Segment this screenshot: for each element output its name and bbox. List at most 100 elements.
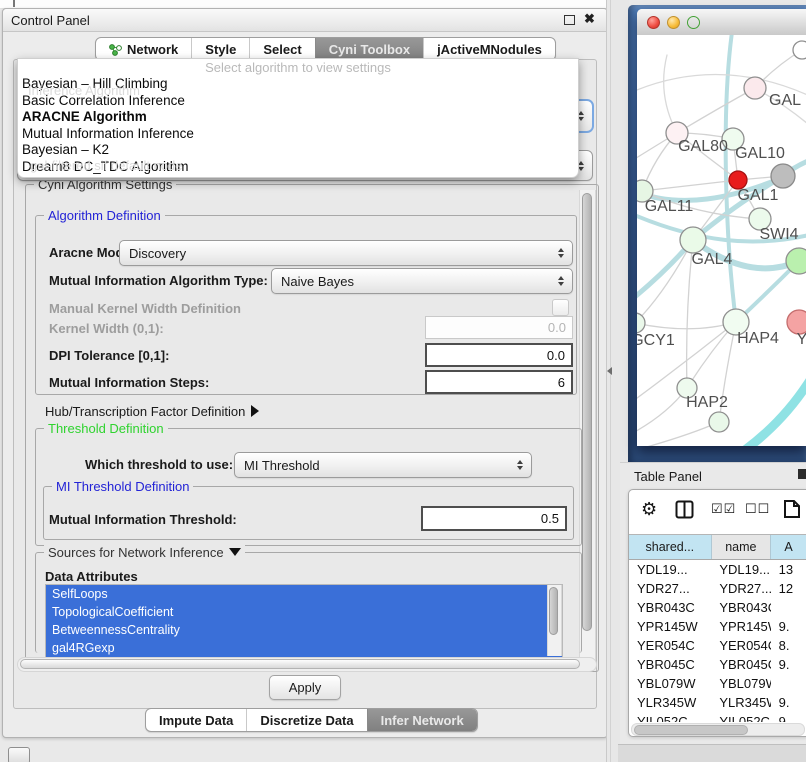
mi-threshold-label: Mutual Information Threshold:: [49, 512, 237, 527]
combo-arrows-icon: [558, 276, 564, 286]
table-cell: YER054C: [711, 636, 770, 655]
attributes-scrollbar-thumb[interactable]: [549, 587, 558, 635]
table-row[interactable]: YLR345WYLR345W9.: [629, 693, 806, 712]
table-row[interactable]: YER054CYER054C8.: [629, 636, 806, 655]
panel-divider-line: [610, 0, 611, 762]
columns-icon[interactable]: [675, 499, 694, 519]
column-header-A[interactable]: A: [771, 535, 806, 559]
tab-label: Cyni Toolbox: [329, 42, 410, 57]
table-cell: YBL079W: [629, 674, 711, 693]
close-panel-icon[interactable]: ✖: [584, 11, 595, 27]
mi-threshold-group-title: MI Threshold Definition: [52, 479, 193, 494]
node-label: GAL: [769, 92, 801, 109]
tab-network[interactable]: Network: [96, 38, 191, 60]
table-row[interactable]: YBR045CYBR045C9.: [629, 655, 806, 674]
settings-hscrollbar[interactable]: [17, 657, 597, 672]
sources-group-title[interactable]: Sources for Network Inference: [44, 545, 245, 560]
attribute-list-item[interactable]: TopologicalCoefficient: [46, 603, 562, 621]
algorithm-menu-item[interactable]: ARACNE Algorithm: [18, 109, 578, 126]
data-attributes-list[interactable]: SelfLoopsTopologicalCoefficientBetweenne…: [45, 584, 563, 659]
mi-steps-field[interactable]: 6: [425, 370, 573, 394]
which-threshold-combobox[interactable]: MI Threshold: [234, 452, 532, 478]
network-edge[interactable]: [642, 180, 738, 191]
tab-cyni-toolbox[interactable]: Cyni Toolbox: [315, 38, 423, 60]
dpi-tolerance-field[interactable]: 0.0: [425, 343, 573, 367]
table-panel-float-icon[interactable]: [798, 469, 806, 479]
apply-button[interactable]: Apply: [269, 675, 341, 700]
mi-steps-value: 6: [558, 375, 565, 390]
network-view-window[interactable]: GALGAL80GAL10GAL1GAL11SWI4GAL4GCY1HAP4YH…: [637, 9, 806, 446]
mi-type-combobox[interactable]: Naive Bayes: [271, 268, 573, 294]
control-panel-titlebar[interactable]: Control Panel ✖: [3, 9, 607, 32]
network-node[interactable]: [637, 313, 645, 333]
zoom-traffic-light-icon[interactable]: [687, 16, 700, 29]
network-node[interactable]: [680, 227, 706, 253]
network-window-frame: GALGAL80GAL10GAL1GAL11SWI4GAL4GCY1HAP4YH…: [628, 5, 806, 462]
mi-threshold-value: 0.5: [541, 511, 559, 526]
manual-kernel-checkbox[interactable]: [552, 299, 569, 316]
network-edge[interactable]: [637, 422, 719, 446]
node-label: HAP2: [686, 394, 728, 411]
new-table-icon[interactable]: [783, 499, 801, 519]
table-panel-title: Table Panel: [634, 469, 702, 484]
table-cell: [771, 598, 806, 617]
network-edge[interactable]: [677, 88, 755, 133]
attribute-list-item[interactable]: gal4RGexp: [46, 639, 562, 657]
attributes-scrollbar[interactable]: [547, 585, 562, 656]
table-hscrollbar[interactable]: [631, 723, 805, 736]
expand-arrow-icon: [251, 405, 259, 417]
algorithm-menu-item[interactable]: Mutual Information Inference: [18, 126, 578, 143]
table-row[interactable]: YDL19...YDL19...13: [629, 560, 806, 579]
tab-select[interactable]: Select: [249, 38, 314, 60]
network-window-titlebar[interactable]: [637, 9, 806, 36]
network-node[interactable]: [793, 41, 806, 59]
table-cell: YBR043C: [711, 598, 770, 617]
column-header-name[interactable]: name: [712, 535, 771, 559]
settings-hscrollbar-thumb[interactable]: [20, 659, 580, 669]
tab-discretize-data[interactable]: Discretize Data: [246, 709, 366, 731]
algorithm-prompt: Select algorithm to view settings: [18, 59, 578, 76]
which-threshold-value: MI Threshold: [244, 458, 320, 473]
network-edge[interactable]: [732, 365, 806, 446]
table-cell: YLR345W: [629, 693, 711, 712]
hub-definition-toggle[interactable]: Hub/Transcription Factor Definition: [45, 404, 259, 419]
tab-impute-data[interactable]: Impute Data: [146, 709, 246, 731]
mi-threshold-field[interactable]: 0.5: [421, 506, 567, 531]
table-row[interactable]: YIL052CYIL052C9: [629, 712, 806, 722]
deselect-all-icon[interactable]: ☐☐: [745, 499, 770, 519]
splitter-arrow-icon[interactable]: [607, 367, 612, 375]
collapse-arrow-icon: [229, 548, 241, 556]
attribute-list-item[interactable]: SelfLoops: [46, 585, 562, 603]
tab-jactivemnodules[interactable]: jActiveMNodules: [423, 38, 555, 60]
network-graph[interactable]: GALGAL80GAL10GAL1GAL11SWI4GAL4GCY1HAP4YH…: [637, 35, 806, 446]
table-rows: YDL19...YDL19...13YDR27...YDR27...12YBR0…: [629, 560, 806, 722]
table-row[interactable]: YDR27...YDR27...12: [629, 579, 806, 598]
kernel-width-field[interactable]: 0.0: [425, 316, 573, 339]
aracne-mode-combobox[interactable]: Discovery: [119, 240, 573, 266]
table-hscrollbar-thumb[interactable]: [634, 725, 748, 735]
tab-infer-network[interactable]: Infer Network: [367, 709, 477, 731]
network-node[interactable]: [786, 248, 806, 274]
algorithm-menu-item[interactable]: Bayesian – K2: [18, 142, 578, 159]
network-node[interactable]: [771, 164, 795, 188]
minimized-panel-icon[interactable]: [8, 747, 30, 762]
table-cell: YBR045C: [629, 655, 711, 674]
select-all-icon[interactable]: ☑☑: [711, 499, 736, 519]
table-cell: YIL052C: [711, 712, 770, 722]
network-node[interactable]: [744, 77, 766, 99]
table-row[interactable]: YPR145WYPR145W9.: [629, 617, 806, 636]
table-row[interactable]: YBR043CYBR043C: [629, 598, 806, 617]
tab-style[interactable]: Style: [191, 38, 249, 60]
gear-icon[interactable]: ⚙: [641, 499, 657, 519]
tab-label: Select: [263, 42, 301, 57]
network-node[interactable]: [709, 412, 729, 432]
network-canvas[interactable]: GALGAL80GAL10GAL1GAL11SWI4GAL4GCY1HAP4YH…: [637, 35, 806, 446]
table-row[interactable]: YBL079WYBL079W: [629, 674, 806, 693]
network-edge[interactable]: [664, 55, 677, 133]
settings-scrollbar-thumb[interactable]: [582, 193, 592, 631]
attribute-list-item[interactable]: BetweennessCentrality: [46, 621, 562, 639]
column-header-shared...[interactable]: shared...: [629, 535, 712, 559]
close-traffic-light-icon[interactable]: [647, 16, 660, 29]
minimize-traffic-light-icon[interactable]: [667, 16, 680, 29]
float-panel-icon[interactable]: [564, 15, 575, 25]
